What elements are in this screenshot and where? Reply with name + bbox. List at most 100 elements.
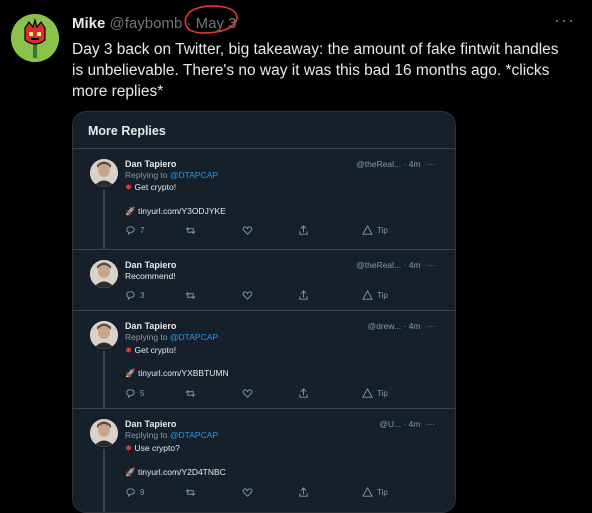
person-avatar-icon xyxy=(90,321,118,349)
share-button[interactable] xyxy=(298,487,309,498)
comment-icon xyxy=(126,488,135,498)
reply-item[interactable]: Dan Tapiero @drew... · 4m ··· Replying to… xyxy=(73,311,455,409)
person-avatar-icon xyxy=(90,260,118,288)
reply-body: ✸ Use crypto? xyxy=(125,443,180,454)
rocket-icon: 🚀 xyxy=(125,467,136,477)
reply-more-icon[interactable]: ··· xyxy=(427,419,436,429)
reply-more-icon[interactable]: ··· xyxy=(427,260,436,270)
tip-button[interactable]: Tip xyxy=(362,388,388,399)
like-button[interactable] xyxy=(242,388,253,399)
replying-handle[interactable]: @DTAPCAP xyxy=(170,170,218,180)
author-name[interactable]: Mike xyxy=(72,15,105,32)
reply-item[interactable]: Dan Tapiero @theReal... · 4m ··· Replying… xyxy=(73,149,455,250)
reply-more-icon[interactable]: ··· xyxy=(427,159,436,169)
reply-handle-time[interactable]: @theReal... · 4m xyxy=(356,159,420,169)
heart-icon xyxy=(242,389,253,398)
thread-line xyxy=(103,449,105,512)
share-icon xyxy=(299,225,308,235)
comment-icon xyxy=(126,389,135,399)
reply-button[interactable]: 5 xyxy=(125,388,144,399)
reply-more-icon[interactable]: ··· xyxy=(427,321,436,331)
retweet-icon xyxy=(185,227,196,234)
tip-button[interactable]: Tip xyxy=(362,225,388,236)
person-avatar-icon xyxy=(90,419,118,447)
author-handle[interactable]: @faybomb xyxy=(110,15,183,32)
retweet-button[interactable] xyxy=(185,487,196,498)
avatar[interactable] xyxy=(90,419,118,447)
reply-meta: @drew... · 4m ··· xyxy=(367,321,435,331)
like-button[interactable] xyxy=(242,290,253,301)
reply-author-name[interactable]: Dan Tapiero xyxy=(125,159,176,169)
reply-body: ✸ Get crypto! xyxy=(125,345,176,356)
share-icon xyxy=(299,388,308,398)
share-button[interactable] xyxy=(298,388,309,399)
retweet-button[interactable] xyxy=(185,290,196,301)
avatar[interactable] xyxy=(90,260,118,288)
reply-body: ✸ Get crypto! xyxy=(125,182,176,193)
reply-text: Get crypto! xyxy=(134,182,177,192)
retweet-button[interactable] xyxy=(185,225,196,236)
reply-button[interactable]: 3 xyxy=(125,290,144,301)
share-icon xyxy=(299,290,308,300)
more-replies-card[interactable]: More Replies Dan Tapiero @theReal... · 4… xyxy=(72,111,456,513)
like-button[interactable] xyxy=(242,487,253,498)
reply-author-name[interactable]: Dan Tapiero xyxy=(125,419,176,429)
reply-actions: 9 Tip xyxy=(125,487,445,501)
tip-icon xyxy=(362,290,373,300)
thread-line xyxy=(103,351,105,408)
reply-button[interactable]: 9 xyxy=(125,487,144,498)
reply-author-name[interactable]: Dan Tapiero xyxy=(125,260,176,270)
reply-count: 9 xyxy=(140,488,145,497)
replying-to: Replying to @DTAPCAP xyxy=(125,170,218,180)
reply-link[interactable]: tinyurl.com/YXBBTUMN xyxy=(138,368,229,378)
sparkle-icon: ✸ xyxy=(125,182,133,192)
share-button[interactable] xyxy=(298,225,309,236)
like-button[interactable] xyxy=(242,225,253,236)
replying-prefix: Replying to xyxy=(125,430,168,440)
tip-label: Tip xyxy=(377,389,388,398)
tip-button[interactable]: Tip xyxy=(362,290,388,301)
avatar[interactable] xyxy=(90,159,118,187)
reply-link-row: 🚀 tinyurl.com/Y2D4TNBC xyxy=(125,467,226,478)
reply-meta: @U... · 4m ··· xyxy=(379,419,435,429)
heart-icon xyxy=(242,226,253,235)
comment-icon xyxy=(126,226,135,236)
reply-item[interactable]: Dan Tapiero @theReal... · 4m ··· Recommen… xyxy=(73,250,455,311)
replying-handle[interactable]: @DTAPCAP xyxy=(170,430,218,440)
red-circle-annotation-icon xyxy=(184,5,238,34)
sparkle-icon: ✸ xyxy=(125,345,133,355)
tweet[interactable]: Mike @faybomb · May 3 ··· Day 3 back on … xyxy=(0,0,592,513)
reply-link-row: 🚀 tinyurl.com/YXBBTUMN xyxy=(125,368,229,379)
tip-label: Tip xyxy=(377,488,388,497)
tip-icon xyxy=(362,487,373,497)
reply-button[interactable]: 7 xyxy=(125,225,144,236)
reply-body: Recommend! xyxy=(125,271,176,281)
reply-handle-time[interactable]: @drew... · 4m xyxy=(367,321,420,331)
person-avatar-icon xyxy=(90,159,118,187)
retweet-button[interactable] xyxy=(185,388,196,399)
replying-handle[interactable]: @DTAPCAP xyxy=(170,332,218,342)
tulip-avatar-icon xyxy=(11,14,59,62)
tip-icon xyxy=(362,388,373,398)
reply-link[interactable]: tinyurl.com/Y2D4TNBC xyxy=(138,467,226,477)
card-title: More Replies xyxy=(88,124,166,138)
replying-prefix: Replying to xyxy=(125,170,168,180)
reply-meta: @theReal... · 4m ··· xyxy=(356,159,435,169)
reply-item[interactable]: Dan Tapiero @U... · 4m ··· Replying to @D… xyxy=(73,409,455,512)
reply-handle-time[interactable]: @U... · 4m xyxy=(379,419,420,429)
more-options-icon[interactable]: ··· xyxy=(554,10,575,31)
share-button[interactable] xyxy=(298,290,309,301)
reply-link[interactable]: tinyurl.com/Y3ODJYKE xyxy=(138,206,226,216)
avatar[interactable] xyxy=(90,321,118,349)
reply-count: 7 xyxy=(140,226,145,235)
retweet-icon xyxy=(185,292,196,299)
tip-button[interactable]: Tip xyxy=(362,487,388,498)
tip-label: Tip xyxy=(377,291,388,300)
sparkle-icon: ✸ xyxy=(125,443,133,453)
reply-text: Recommend! xyxy=(125,271,176,281)
reply-author-name[interactable]: Dan Tapiero xyxy=(125,321,176,331)
reply-text: Get crypto! xyxy=(134,345,177,355)
retweet-icon xyxy=(185,390,196,397)
reply-handle-time[interactable]: @theReal... · 4m xyxy=(356,260,420,270)
author-avatar[interactable] xyxy=(11,14,59,62)
